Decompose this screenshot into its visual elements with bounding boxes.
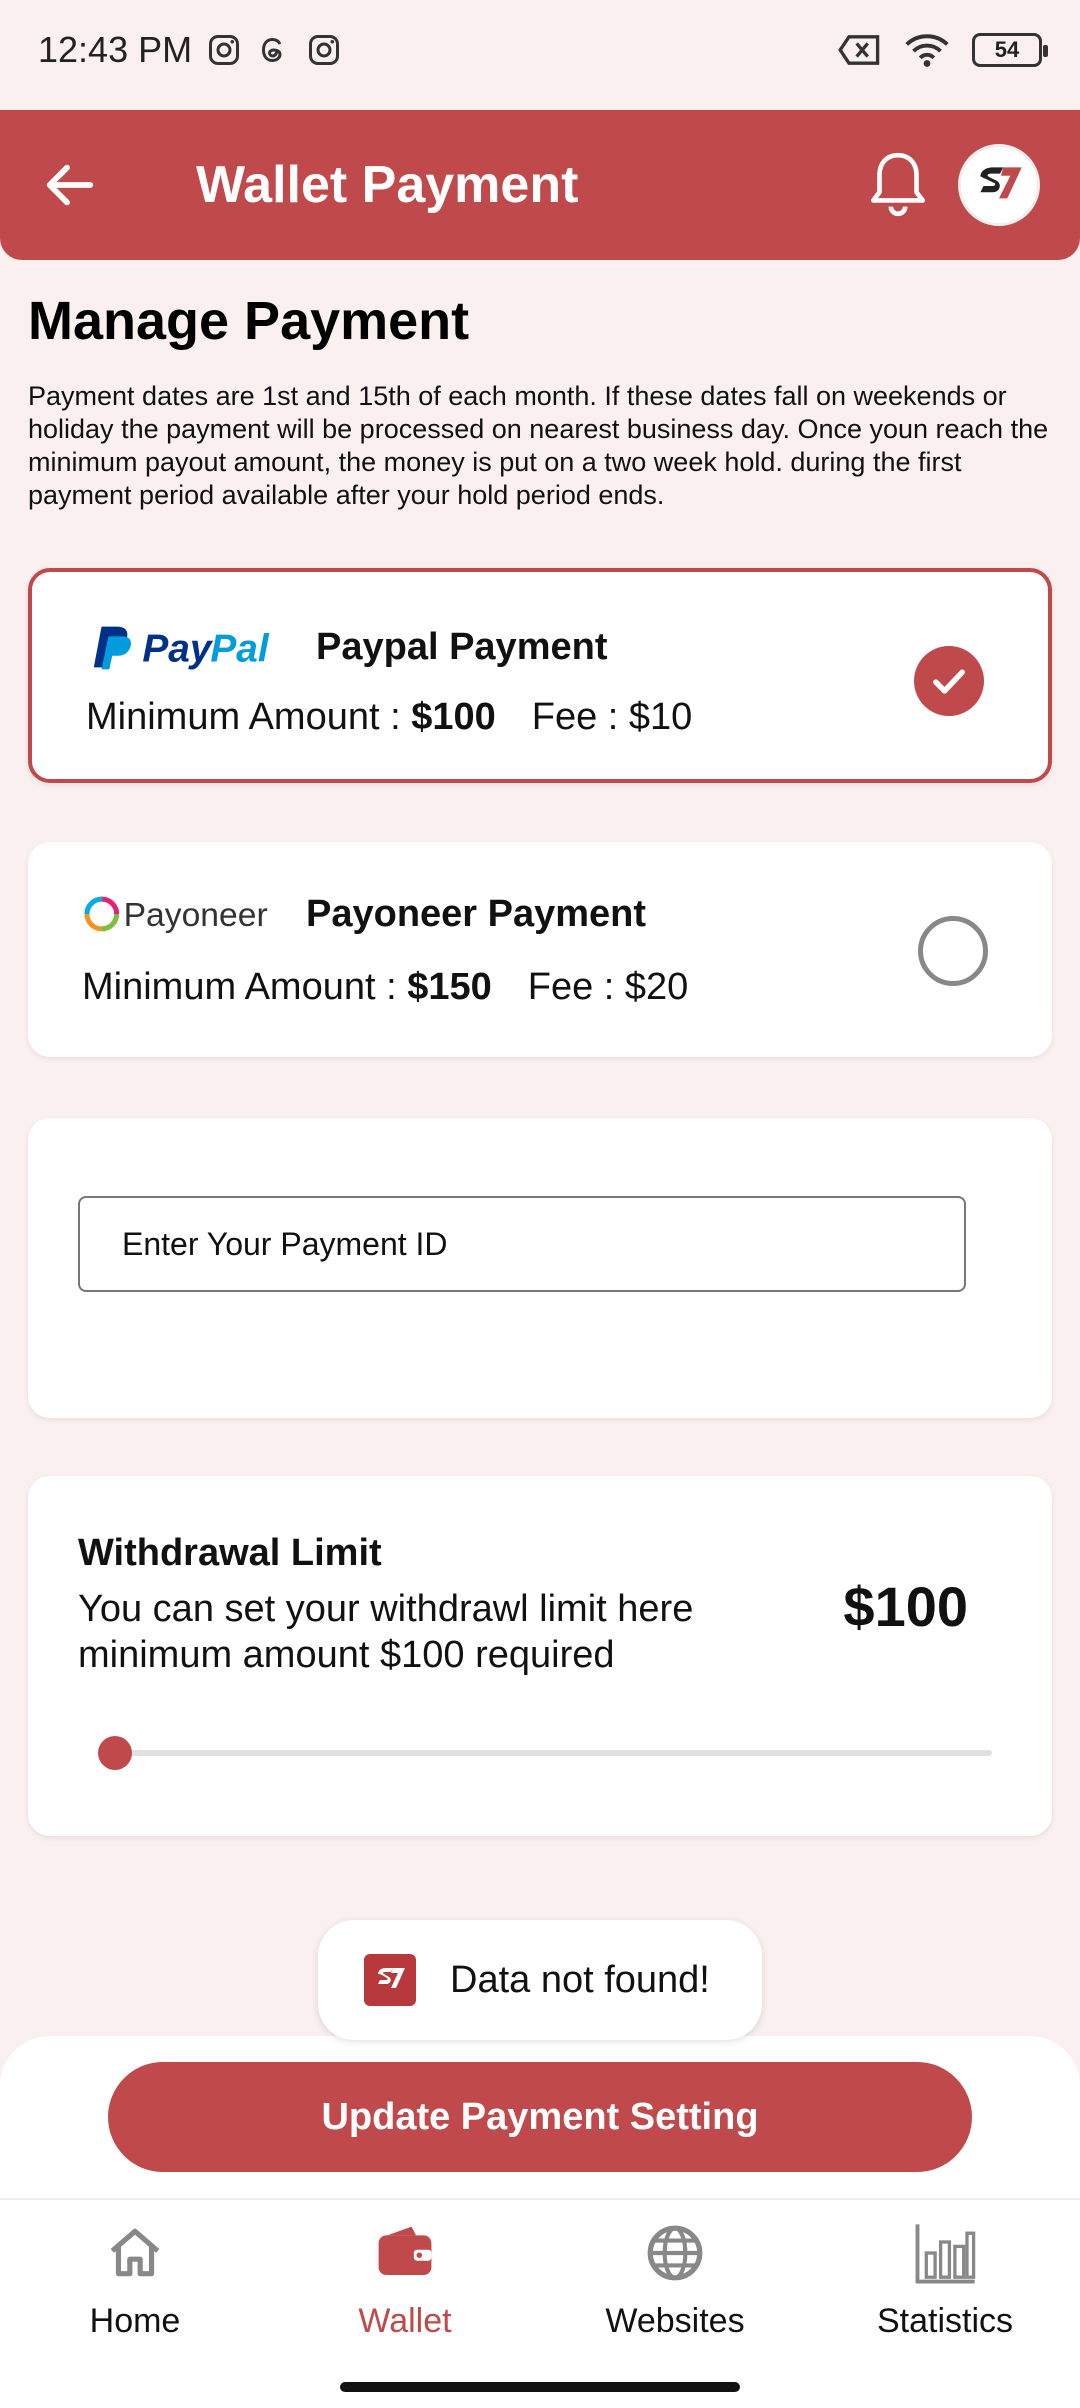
payoneer-radio-unselected[interactable] — [918, 916, 988, 986]
wifi-icon — [905, 34, 949, 67]
fee-label: Fee : $10 — [531, 696, 693, 738]
min-amount-value: $150 — [407, 966, 492, 1008]
withdrawal-limit-card: Withdrawal Limit You can set your withdr… — [28, 1476, 1052, 1836]
app-logo-icon — [364, 1954, 416, 2006]
check-icon — [933, 669, 965, 694]
withdrawal-slider-thumb[interactable] — [98, 1736, 132, 1770]
back-button[interactable] — [40, 140, 130, 230]
nav-item-wallet[interactable]: Wallet — [270, 2200, 540, 2370]
nav-item-home[interactable]: Home — [0, 2200, 270, 2370]
manage-payment-section: Manage Payment Payment dates are 1st and… — [28, 290, 1052, 512]
paypal-radio-selected[interactable] — [914, 646, 984, 716]
instagram-icon — [209, 35, 240, 65]
withdrawal-limit-value: $100 — [843, 1575, 968, 1638]
sim-error-icon — [838, 35, 880, 65]
status-time: 12:43 PM — [38, 29, 193, 70]
svg-text:Pay: Pay — [142, 628, 214, 671]
paypal-payment-name: Paypal Payment — [316, 625, 608, 668]
toast-text: Data not found! — [450, 1958, 710, 2001]
bottom-nav: Home Wallet Websites Statistics — [0, 2200, 1080, 2370]
svg-text:Pal: Pal — [210, 628, 270, 671]
bell-icon — [871, 152, 925, 217]
withdrawal-slider-track[interactable] — [116, 1750, 992, 1756]
payoneer-payment-name: Payoneer Payment — [306, 892, 647, 935]
nav-item-websites[interactable]: Websites — [540, 2200, 810, 2370]
payment-description: Payment dates are 1st and 15th of each m… — [28, 381, 1049, 510]
payoneer-payment-details: Minimum Amount : $150 Fee : $20 — [82, 966, 688, 1009]
nav-item-statistics[interactable]: Statistics — [810, 2200, 1080, 2370]
paypal-payment-details: Minimum Amount : $100 Fee : $10 — [86, 696, 692, 739]
threads-icon — [262, 37, 282, 63]
logo-mark-icon — [378, 1968, 405, 1988]
svg-text:Payoneer: Payoneer — [124, 897, 268, 934]
avatar[interactable] — [958, 144, 1040, 226]
battery-level: 54 — [994, 37, 1020, 62]
toast-message: Data not found! — [318, 1920, 762, 2040]
min-amount-label: Minimum Amount : — [82, 966, 408, 1008]
paypal-logo-icon: Pay Pal — [93, 626, 270, 671]
notifications-button[interactable] — [858, 145, 938, 225]
withdrawal-limit-description: You can set your withdrawl limit here mi… — [78, 1588, 694, 1676]
fee-label: Fee : $20 — [527, 966, 689, 1008]
nav-label-home: Home — [89, 2302, 181, 2340]
battery-icon: 54 — [972, 33, 1048, 67]
page-title: Wallet Payment — [196, 156, 579, 214]
section-title: Manage Payment — [28, 291, 470, 351]
nav-label-websites: Websites — [605, 2302, 745, 2340]
paypal-payment-card[interactable]: Pay Pal Paypal Payment Minimum Amount : … — [28, 568, 1052, 783]
app-bar: Wallet Payment — [0, 110, 1080, 260]
bar-chart-icon — [915, 2224, 976, 2284]
home-icon — [110, 2228, 160, 2277]
home-indicator — [340, 2382, 740, 2392]
payoneer-logo-icon: Payoneer — [84, 896, 268, 934]
min-amount-value: $100 — [411, 696, 496, 738]
wallet-icon — [378, 2226, 432, 2275]
min-amount-label: Minimum Amount : — [86, 696, 412, 738]
arrow-left-icon — [46, 164, 94, 206]
nav-label-wallet: Wallet — [358, 2302, 452, 2340]
nav-label-statistics: Statistics — [876, 2302, 1014, 2340]
payment-id-card — [28, 1118, 1052, 1418]
payment-id-input[interactable] — [78, 1196, 966, 1292]
update-payment-button[interactable]: Update Payment Setting — [108, 2062, 972, 2172]
withdrawal-limit-title: Withdrawal Limit — [78, 1532, 382, 1574]
payoneer-payment-card[interactable]: Payoneer Payoneer Payment Minimum Amount… — [28, 842, 1052, 1057]
status-bar: 12:43 PM 54 — [0, 0, 1080, 100]
logo-icon — [980, 167, 1022, 199]
instagram-icon — [309, 35, 340, 65]
globe-icon — [647, 2225, 703, 2281]
